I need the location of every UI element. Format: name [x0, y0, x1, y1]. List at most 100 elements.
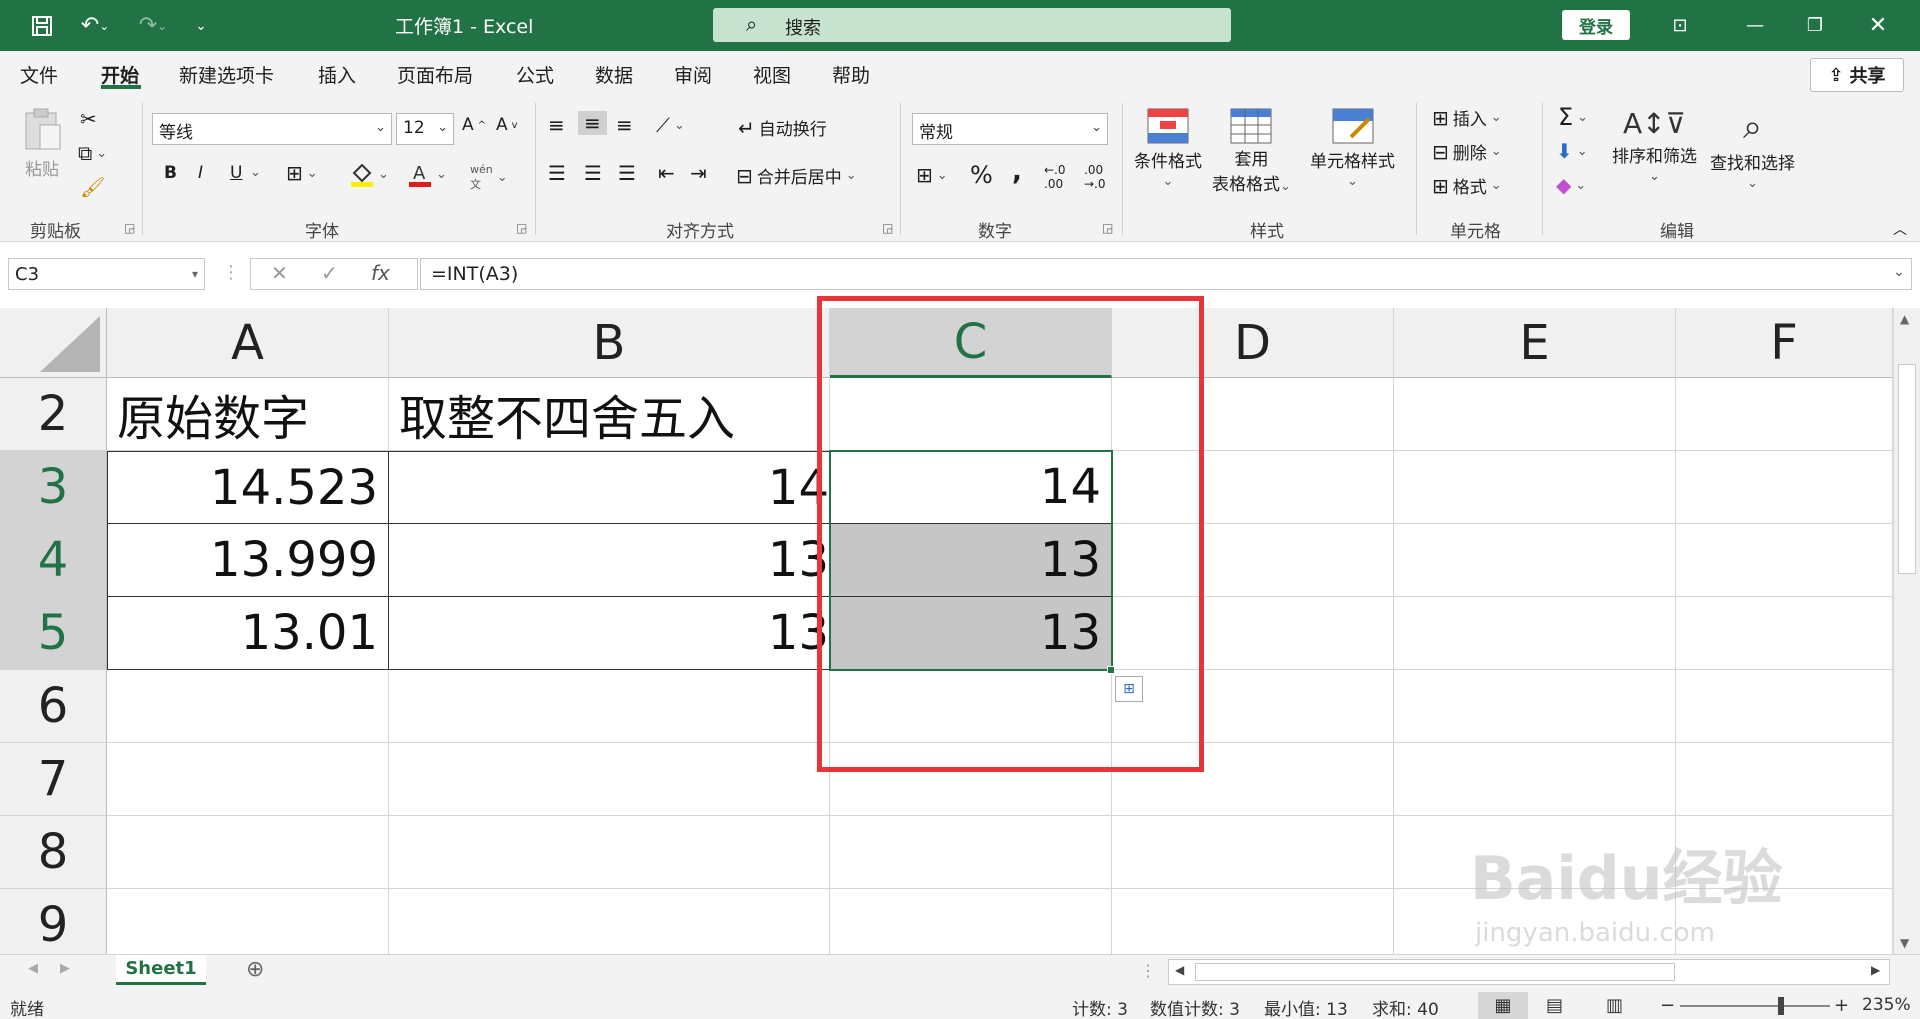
clear-icon[interactable]: ◆ ⌄ — [1556, 173, 1586, 197]
alignment-launcher-icon[interactable]: ◲ — [882, 221, 893, 235]
row-header-6[interactable]: 6 — [0, 670, 107, 743]
cell-e7[interactable] — [1394, 743, 1676, 816]
column-header-b[interactable]: B — [389, 308, 830, 378]
tab-review[interactable]: 审阅 — [674, 61, 712, 88]
prev-sheet-icon[interactable]: ◀ — [28, 961, 38, 976]
next-sheet-icon[interactable]: ▶ — [60, 961, 70, 976]
cell-a8[interactable] — [107, 816, 389, 889]
column-header-a[interactable]: A — [107, 308, 389, 378]
cell-a7[interactable] — [107, 743, 389, 816]
cell-c9[interactable] — [830, 889, 1112, 954]
phonetic-icon[interactable]: wén 文 ⌄ — [470, 163, 508, 192]
cell-d3[interactable] — [1112, 451, 1394, 524]
row-header-3[interactable]: 3 — [0, 451, 107, 524]
cell-a2[interactable]: 原始数字 — [107, 378, 389, 451]
tab-data[interactable]: 数据 — [595, 61, 633, 88]
collapse-ribbon-icon[interactable]: ︿ — [1893, 219, 1907, 239]
scroll-left-icon[interactable]: ◀ — [1175, 963, 1184, 977]
cell-a4[interactable]: 13.999 — [107, 524, 389, 597]
page-break-view-icon[interactable]: ▥ — [1606, 995, 1623, 1016]
format-painter-icon[interactable]: 🖌 — [80, 175, 105, 199]
normal-view-icon[interactable]: ▦ — [1478, 992, 1528, 1019]
horizontal-scrollbar[interactable]: ◀ ▶ — [1168, 959, 1890, 985]
cell-b9[interactable] — [389, 889, 830, 954]
increase-font-icon[interactable]: A ^ — [462, 115, 486, 135]
cell-c6[interactable] — [830, 670, 1112, 743]
copy-icon[interactable]: ⧉ ⌄ — [78, 141, 107, 165]
conditional-format-button[interactable]: 条件格式 ⌄ — [1134, 107, 1202, 189]
number-launcher-icon[interactable]: ◲ — [1102, 221, 1113, 235]
tab-insert[interactable]: 插入 — [318, 61, 356, 88]
add-sheet-icon[interactable]: ⊕ — [246, 957, 264, 982]
cell-b5[interactable]: 13 — [389, 597, 830, 670]
cell-c3[interactable]: 14 — [830, 451, 1112, 524]
cell-d5[interactable] — [1112, 597, 1394, 670]
cell-c4[interactable]: 13 — [830, 524, 1112, 597]
cell-e5[interactable] — [1394, 597, 1676, 670]
column-header-f[interactable]: F — [1676, 308, 1893, 378]
cell-f4[interactable] — [1676, 524, 1893, 597]
cell-c2[interactable] — [830, 378, 1112, 451]
align-bottom-icon[interactable]: ≡ — [616, 113, 633, 137]
zoom-in-icon[interactable]: + — [1834, 995, 1849, 1016]
redo-icon[interactable]: ↷ ⌄ — [128, 0, 178, 51]
share-button[interactable]: ⇪ 共享 — [1810, 58, 1904, 92]
fill-handle[interactable] — [1107, 666, 1115, 674]
row-header-2[interactable]: 2 — [0, 378, 107, 451]
cell-d4[interactable] — [1112, 524, 1394, 597]
format-cells-button[interactable]: ⊞ 格式 ⌄ — [1432, 173, 1502, 199]
sheet-tab-sheet1[interactable]: Sheet1 — [116, 955, 206, 985]
cell-f5[interactable] — [1676, 597, 1893, 670]
cell-e2[interactable] — [1394, 378, 1676, 451]
increase-decimal-icon[interactable]: ←.0.00 — [1044, 163, 1066, 191]
cell-a3[interactable]: 14.523 — [107, 451, 389, 524]
orientation-icon[interactable]: ⟋ ⌄ — [656, 113, 685, 137]
cell-d2[interactable] — [1112, 378, 1394, 451]
zoom-slider[interactable] — [1680, 1005, 1830, 1007]
cell-styles-button[interactable]: 单元格样式 ⌄ — [1310, 107, 1395, 189]
cell-f2[interactable] — [1676, 378, 1893, 451]
find-select-button[interactable]: ⌕ 查找和选择 ⌄ — [1710, 107, 1795, 191]
font-name-select[interactable]: 等线 ⌄ — [152, 113, 392, 145]
cell-d9[interactable] — [1112, 889, 1394, 954]
column-header-e[interactable]: E — [1394, 308, 1676, 378]
tab-file[interactable]: 文件 — [20, 61, 58, 88]
name-box[interactable]: C3 ▾ — [8, 258, 205, 290]
decrease-indent-icon[interactable]: ⇤ — [658, 161, 675, 185]
align-right-icon[interactable]: ☰ — [618, 161, 636, 185]
zoom-out-icon[interactable]: − — [1660, 995, 1675, 1016]
scroll-down-icon[interactable]: ▼ — [1900, 936, 1909, 950]
row-header-8[interactable]: 8 — [0, 816, 107, 889]
tab-view[interactable]: 视图 — [753, 61, 791, 88]
column-header-d[interactable]: D — [1112, 308, 1394, 378]
cell-c8[interactable] — [830, 816, 1112, 889]
insert-function-icon[interactable]: fx — [371, 261, 390, 285]
cell-d7[interactable] — [1112, 743, 1394, 816]
number-format-select[interactable]: 常规 ⌄ — [912, 113, 1108, 145]
tab-formulas[interactable]: 公式 — [516, 61, 554, 88]
enter-icon[interactable]: ✓ — [321, 261, 338, 285]
row-header-4[interactable]: 4 — [0, 524, 107, 597]
insert-cells-button[interactable]: ⊞ 插入 ⌄ — [1432, 105, 1502, 131]
undo-icon[interactable]: ↶ ⌄ — [70, 0, 120, 51]
hscroll-thumb[interactable] — [1195, 963, 1675, 981]
clipboard-launcher-icon[interactable]: ◲ — [124, 221, 135, 235]
ribbon-display-icon[interactable]: ⊡ — [1660, 0, 1700, 51]
zoom-level[interactable]: 235% — [1862, 995, 1911, 1015]
cell-b4[interactable]: 13 — [389, 524, 830, 597]
customize-qat-icon[interactable]: ⌄ — [186, 0, 216, 51]
cell-d6[interactable] — [1112, 670, 1394, 743]
minimize-icon[interactable]: — — [1735, 0, 1775, 51]
cell-c5[interactable]: 13 — [830, 597, 1112, 670]
cut-icon[interactable]: ✂ — [80, 107, 97, 131]
tab-home[interactable]: 开始 — [101, 61, 139, 88]
align-middle-icon[interactable]: ≡ — [578, 111, 607, 135]
borders-icon[interactable]: ⊞ ⌄ — [286, 161, 318, 185]
cell-f3[interactable] — [1676, 451, 1893, 524]
fill-color-icon[interactable]: ⌄ — [350, 161, 389, 187]
align-center-icon[interactable]: ☰ — [584, 161, 602, 185]
increase-indent-icon[interactable]: ⇥ — [690, 161, 707, 185]
cell-a5[interactable]: 13.01 — [107, 597, 389, 670]
row-header-9[interactable]: 9 — [0, 889, 107, 954]
delete-cells-button[interactable]: ⊟ 删除 ⌄ — [1432, 139, 1502, 165]
